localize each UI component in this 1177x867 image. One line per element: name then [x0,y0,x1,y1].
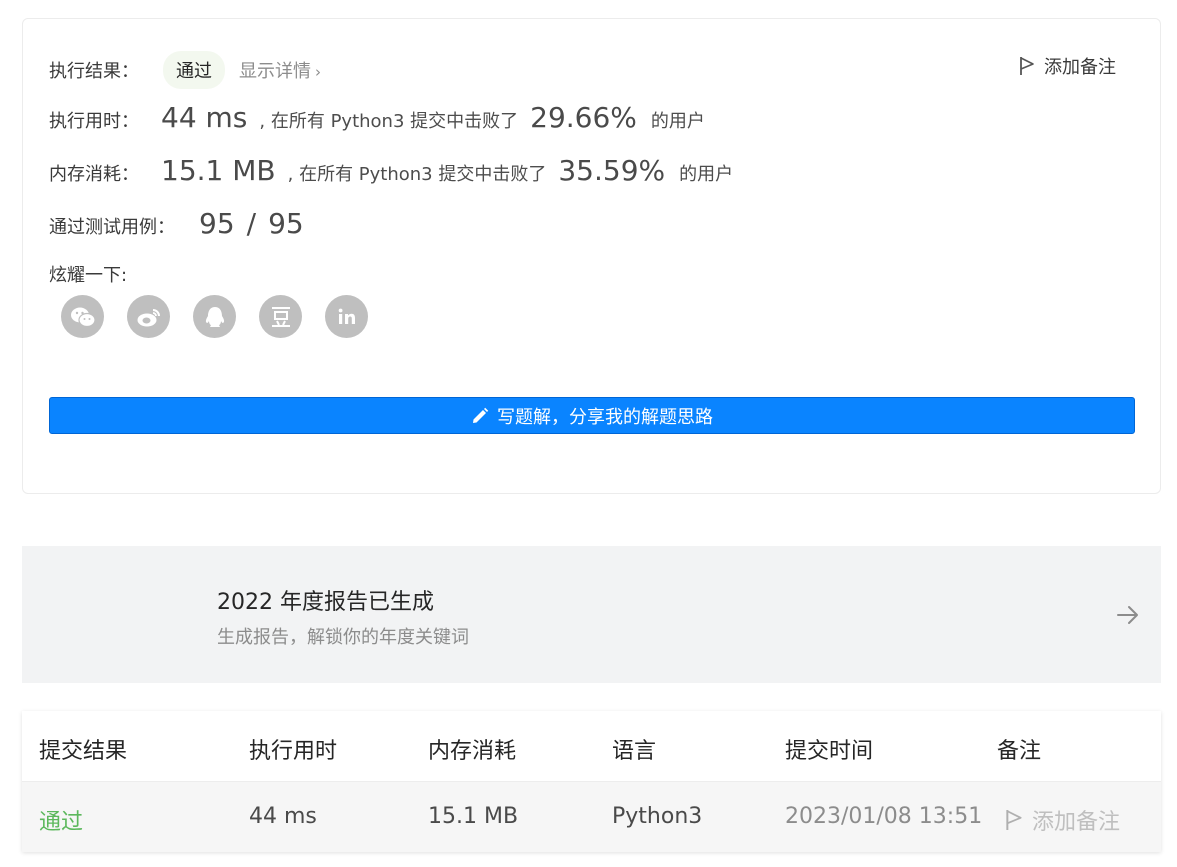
linkedin-icon [338,308,355,324]
wechat-icon [70,307,96,327]
share-row: 炫耀一下: [49,261,127,287]
table-header: 提交结果 执行用时 内存消耗 语言 提交时间 备注 [22,711,1161,781]
row-submit-time: 2023/01/08 13:51 [785,804,983,829]
memory-suffix: 的用户 [679,164,734,185]
submission-result-card: 执行结果： 通过 显示详情 › 添加备注 执行用时： 44 ms , 在所有 Py… [22,18,1161,494]
row-runtime: 44 ms [249,804,317,829]
share-linkedin-button[interactable] [325,295,368,338]
qq-icon [205,306,224,327]
banner-title: 2022 年度报告已生成 [217,590,434,615]
header-runtime: 执行用时 [249,739,338,764]
weibo-icon [137,308,160,326]
pencil-icon [473,407,489,423]
row-add-note-label: 添加备注 [1032,810,1121,835]
status-label: 执行结果： [49,61,139,82]
row-add-note-button[interactable]: 添加备注 [1004,804,1120,836]
share-buttons [61,295,391,338]
header-language: 语言 [612,739,657,764]
banner-subtitle: 生成报告，解锁你的年度关键词 [217,627,469,648]
add-note-label: 添加备注 [1044,57,1116,78]
write-solution-button[interactable]: 写题解，分享我的解题思路 [49,397,1135,434]
testcases-label: 通过测试用例： [49,217,175,238]
runtime-row: 执行用时： 44 ms , 在所有 Python3 提交中击败了 29.66% … [49,101,705,134]
runtime-percent: 29.66% [530,101,637,134]
runtime-compare-text: , 在所有 Python3 提交中击败了 [259,111,519,132]
share-weibo-button[interactable] [127,295,170,338]
arrow-right-icon[interactable] [1115,602,1141,628]
testcases-separator: / [246,207,257,240]
memory-row: 内存消耗： 15.1 MB , 在所有 Python3 提交中击败了 35.59… [49,154,733,187]
flag-icon [1020,57,1034,75]
runtime-value: 44 ms [161,101,248,134]
runtime-suffix: 的用户 [650,111,705,132]
add-note-button[interactable]: 添加备注 [1018,53,1116,79]
memory-label: 内存消耗： [49,164,139,185]
header-memory: 内存消耗 [428,739,517,764]
status-badge: 通过 [163,51,225,89]
annual-report-banner[interactable]: 2022 年度报告已生成 生成报告，解锁你的年度关键词 [22,546,1161,683]
show-details-link[interactable]: 显示详情 › [239,57,321,83]
row-result[interactable]: 通过 [39,804,83,836]
share-qq-button[interactable] [193,295,236,338]
memory-percent: 35.59% [558,154,666,187]
table-row[interactable]: 通过 44 ms 15.1 MB Python3 2023/01/08 13:5… [22,781,1161,852]
header-submit-time: 提交时间 [785,739,874,764]
write-solution-label: 写题解，分享我的解题思路 [497,406,713,428]
status-row: 执行结果： 通过 显示详情 › [49,51,321,89]
share-label: 炫耀一下: [49,265,128,286]
flag-icon [1006,810,1022,830]
show-details-label: 显示详情 [239,61,311,82]
memory-value: 15.1 MB [161,154,276,187]
runtime-label: 执行用时： [49,111,139,132]
share-wechat-button[interactable] [61,295,104,338]
row-language: Python3 [612,804,703,829]
header-note: 备注 [997,739,1042,764]
testcases-total: 95 [268,207,304,240]
chevron-right-icon: › [315,63,321,81]
memory-compare-text: , 在所有 Python3 提交中击败了 [287,164,547,185]
share-douban-button[interactable] [259,295,302,338]
header-result: 提交结果 [39,739,128,764]
douban-icon [271,306,290,327]
testcases-row: 通过测试用例： 95 / 95 [49,207,304,240]
row-memory: 15.1 MB [428,804,519,829]
submissions-table: 提交结果 执行用时 内存消耗 语言 提交时间 备注 通过 44 ms 15.1 … [22,711,1161,852]
testcases-passed: 95 [199,207,235,240]
